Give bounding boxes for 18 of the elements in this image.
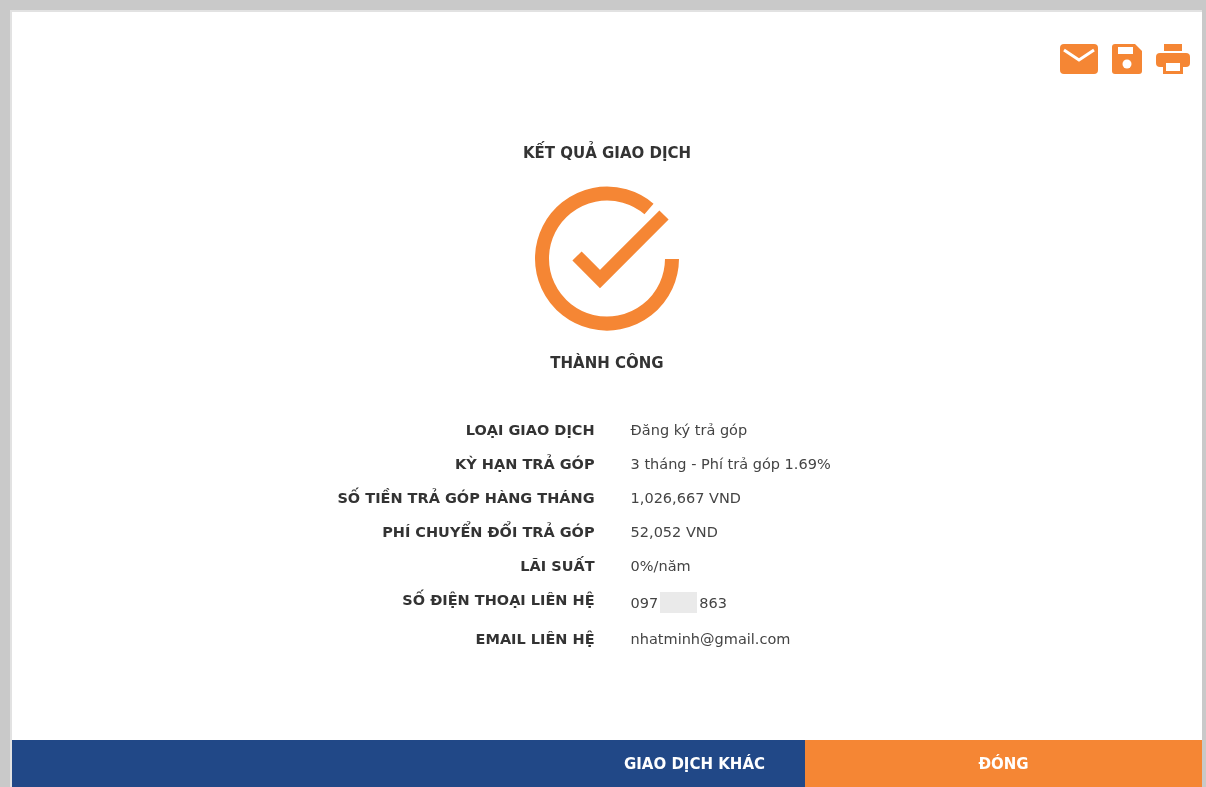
status-text: THÀNH CÔNG bbox=[550, 354, 664, 372]
field-value: 1,026,667 VND bbox=[630, 490, 741, 506]
field-value: 863 bbox=[699, 594, 727, 611]
field-value: 3 tháng - Phí trả góp 1.69% bbox=[630, 456, 831, 472]
field-value: 52,052 VND bbox=[630, 524, 718, 540]
print-icon[interactable] bbox=[1156, 44, 1190, 74]
mail-icon[interactable] bbox=[1060, 44, 1098, 74]
field-label: LÃI SUẤT bbox=[520, 558, 595, 574]
field-value: 097 bbox=[630, 594, 659, 611]
other-transaction-button[interactable]: GIAO DỊCH KHÁC bbox=[12, 740, 805, 787]
save-icon[interactable] bbox=[1112, 44, 1142, 74]
field-label: EMAIL LIÊN HỆ bbox=[475, 631, 595, 647]
checkmark-circle-icon bbox=[532, 184, 682, 334]
field-value: nhatminh@gmail.com bbox=[630, 631, 791, 647]
field-value: Đăng ký trả góp bbox=[630, 422, 748, 438]
field-label: LOẠI GIAO DỊCH bbox=[465, 422, 595, 438]
field-label: KỲ HẠN TRẢ GÓP bbox=[455, 456, 595, 472]
field-value: 0%/năm bbox=[630, 558, 691, 574]
